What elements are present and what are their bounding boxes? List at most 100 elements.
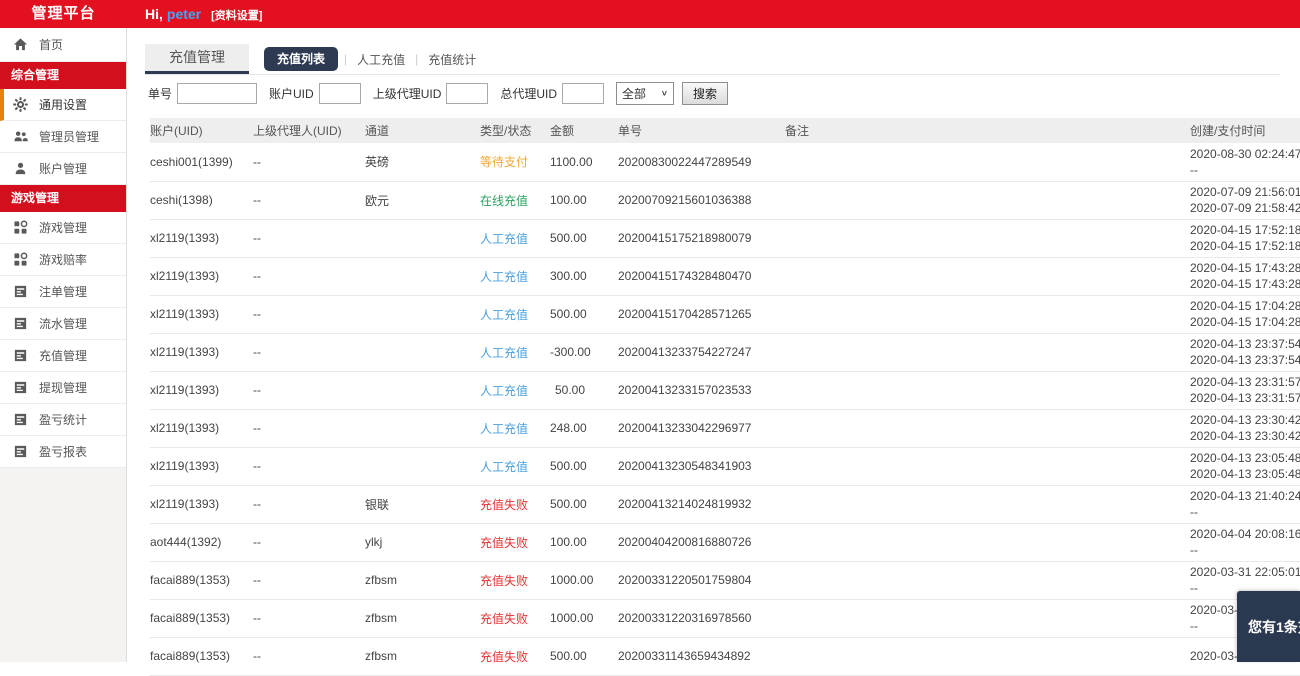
tab-2[interactable]: 充值统计: [424, 51, 480, 68]
cell-status: 人工充值: [480, 447, 550, 486]
column-header-3: 类型/状态: [480, 118, 550, 143]
recharge-notification-toast[interactable]: 您有1条充: [1237, 591, 1300, 662]
status-filter-select[interactable]: 全部 ∨: [616, 82, 675, 105]
paid-time: 2020-04-13 23:31:57: [1190, 391, 1300, 405]
paid-time: 2020-04-13 23:05:48: [1190, 467, 1300, 481]
sidebar-item-8[interactable]: 注单管理: [0, 276, 126, 308]
cell-agent: --: [253, 257, 365, 296]
sidebar-item-label: 游戏管理: [39, 221, 88, 235]
status-badge: 充值失败: [480, 573, 529, 588]
search-button[interactable]: 搜索: [682, 82, 729, 105]
sidebar-item-2[interactable]: 通用设置: [0, 89, 126, 121]
cell-note: [785, 561, 1190, 600]
cell-channel: [365, 257, 480, 296]
search-input-0[interactable]: [177, 83, 258, 104]
sidebar-item-6[interactable]: 游戏管理: [0, 212, 126, 244]
cell-account: xl2119(1393): [150, 295, 253, 334]
cell-note: [785, 257, 1190, 296]
status-badge: 充值失败: [480, 497, 529, 512]
cell-status: 充值失败: [480, 637, 550, 676]
cell-agent: --: [253, 447, 365, 486]
column-header-1: 上级代理人(UID): [253, 118, 365, 143]
cell-channel: zfbsm: [365, 561, 480, 600]
cell-order: 20200331220316978560: [618, 599, 785, 638]
paid-time: --: [1190, 543, 1198, 557]
cell-order: 20200830022447289549: [618, 143, 785, 182]
paid-time: 2020-04-15 17:52:18: [1190, 239, 1300, 253]
table-row: ceshi001(1399) -- 英磅 等待支付 1100.00 20200830022…: [150, 143, 1300, 182]
sidebar-item-label: 充值管理: [39, 349, 88, 363]
cell-status: 充值失败: [480, 523, 550, 562]
cell-agent: --: [253, 181, 365, 220]
cell-account: xl2119(1393): [150, 257, 253, 296]
sidebar-item-11[interactable]: 提现管理: [0, 372, 126, 404]
search-field-label-2: 上级代理UID: [372, 87, 442, 101]
tab-0[interactable]: 充值列表: [264, 46, 339, 71]
tab-1[interactable]: 人工充值: [353, 51, 409, 68]
cell-status: 充值失败: [480, 599, 550, 638]
status-filter-value: 全部: [622, 87, 647, 101]
status-badge: 充值失败: [480, 535, 529, 550]
cell-note: [785, 485, 1190, 524]
cell-agent: --: [253, 599, 365, 638]
cell-channel: [365, 371, 480, 410]
cell-status: 人工充值: [480, 333, 550, 372]
cell-account: xl2119(1393): [150, 447, 253, 486]
cell-amount: 100.00: [550, 523, 618, 562]
cell-agent: --: [253, 333, 365, 372]
table-row: xl2119(1393) -- 人工充值 248.00 2020041323304229…: [150, 409, 1300, 448]
cell-note: [785, 637, 1190, 676]
table-row: facai889(1353) -- zfbsm 充值失败 1000.00 20200331…: [150, 561, 1300, 600]
sidebar-item-10[interactable]: 充值管理: [0, 340, 126, 372]
sidebar-item-9[interactable]: 流水管理: [0, 308, 126, 340]
cell-agent: --: [253, 637, 365, 676]
cell-channel: ylkj: [365, 523, 480, 562]
cell-account: facai889(1353): [150, 561, 253, 600]
cell-amount: 1000.00: [550, 561, 618, 600]
paid-time: 2020-04-13 23:30:42: [1190, 429, 1300, 443]
search-input-2[interactable]: [446, 83, 489, 104]
main-content: 充值管理 充值列表 | 人工充值 | 充值统计 单号 账户UID 上级代理UID 总代理UID…: [128, 28, 1300, 676]
sidebar-item-13[interactable]: 盈亏报表: [0, 436, 126, 468]
cell-amount: 500.00: [550, 637, 618, 676]
cell-amount: 100.00: [550, 181, 618, 220]
cell-order: 20200413230548341903: [618, 447, 785, 486]
column-header-5: 单号: [618, 118, 785, 143]
search-input-3[interactable]: [562, 83, 605, 104]
cell-amount: 1100.00: [550, 143, 618, 182]
created-time: 2020-04-04 20:08:16: [1190, 527, 1300, 541]
sidebar-item-4[interactable]: 账户管理: [0, 153, 126, 185]
users-icon: [13, 129, 28, 144]
status-badge: 人工充值: [480, 231, 529, 246]
cell-order: 20200709215601036388: [618, 181, 785, 220]
cell-status: 人工充值: [480, 219, 550, 258]
search-input-1[interactable]: [318, 83, 361, 104]
cell-status: 等待支付: [480, 143, 550, 182]
sidebar-item-7[interactable]: 游戏赔率: [0, 244, 126, 276]
column-header-6: 备注: [785, 118, 1190, 143]
sidebar-item-label: 管理员管理: [39, 130, 100, 144]
cell-status: 人工充值: [480, 295, 550, 334]
cell-amount: -300.00: [550, 333, 618, 372]
search-field-label-0: 单号: [148, 87, 173, 101]
cell-order: 20200415170428571265: [618, 295, 785, 334]
cell-agent: --: [253, 295, 365, 334]
sidebar-item-12[interactable]: 盈亏统计: [0, 404, 126, 436]
sidebar-item-label: 首页: [39, 38, 64, 52]
cell-order: 20200413233754227247: [618, 333, 785, 372]
profile-settings-link[interactable]: [资料设置]: [211, 10, 262, 22]
title-row: 充值管理 充值列表 | 人工充值 | 充值统计: [145, 44, 1280, 75]
tab-separator: |: [344, 52, 348, 66]
cell-account: facai889(1353): [150, 637, 253, 676]
home-icon: [13, 37, 28, 52]
table-row: xl2119(1393) -- 人工充值 500.00 2020041517042857…: [150, 295, 1300, 334]
sidebar-item-3[interactable]: 管理员管理: [0, 121, 126, 153]
sidebar-item-label: 盈亏报表: [39, 445, 88, 459]
status-badge: 等待支付: [480, 155, 529, 170]
greeting-prefix: Hi,: [145, 6, 163, 22]
created-time: 2020-04-13 21:40:24: [1190, 489, 1300, 503]
cell-channel: [365, 409, 480, 448]
user-icon: [13, 161, 28, 176]
table-row: ceshi(1398) -- 欧元 在线充值 100.00 202007092156010…: [150, 181, 1300, 220]
sidebar-item-0[interactable]: 首页: [0, 28, 126, 62]
